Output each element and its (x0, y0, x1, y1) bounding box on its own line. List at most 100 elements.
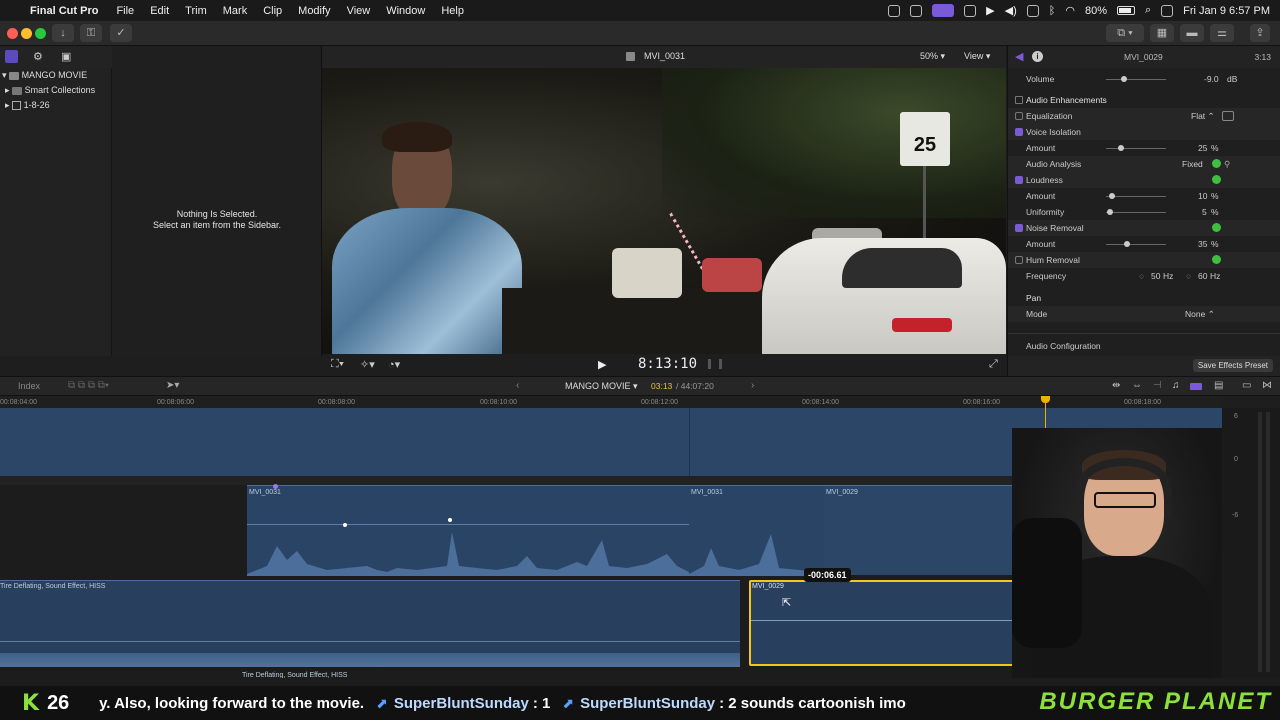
menu-mark[interactable]: Mark (215, 5, 255, 17)
volume-line[interactable] (0, 641, 740, 642)
vi-amount-knob[interactable] (1118, 145, 1124, 151)
clock[interactable]: Fri Jan 9 6:57 PM (1183, 5, 1270, 17)
equalization-select[interactable]: Flat ⌃ (1191, 108, 1215, 124)
timeline-toggle-icon[interactable]: ▬ (1180, 24, 1204, 42)
audio-inspector-icon[interactable]: ◀ (1015, 50, 1023, 63)
minimize-window-icon[interactable] (21, 28, 32, 39)
zoom-menu[interactable]: 50% ▾ (920, 51, 945, 62)
menu-edit[interactable]: Edit (142, 5, 177, 17)
back-arrow-icon[interactable]: ‹ (516, 380, 519, 391)
hum-removal-checkbox[interactable] (1015, 256, 1023, 264)
bluetooth-icon[interactable]: ᛒ (1049, 5, 1056, 17)
menu-file[interactable]: File (108, 5, 142, 17)
browser-toggle-icon[interactable]: ▦ (1150, 24, 1174, 42)
zoom-window-icon[interactable] (35, 28, 46, 39)
info-inspector-icon[interactable]: i (1032, 51, 1043, 62)
loudness-amount-slider[interactable] (1106, 196, 1166, 197)
inspector-toggle-icon[interactable]: ⚌ (1210, 24, 1234, 42)
background-tasks-icon[interactable]: ✓ (110, 24, 132, 42)
volume-knob[interactable] (1121, 76, 1127, 82)
viewer-timecode[interactable]: 8:13:10 (638, 356, 697, 372)
playhead-handle-icon[interactable] (1041, 396, 1050, 403)
zoom-icon[interactable]: ⇔ (1132, 380, 1142, 391)
magic-wand-icon[interactable]: ⚲ (1224, 156, 1230, 172)
volume-slider[interactable] (1106, 79, 1166, 80)
fullscreen-icon[interactable]: ⤢ (989, 358, 998, 371)
speed-icon[interactable]: ◔▾ (388, 358, 400, 371)
volume-line[interactable] (247, 524, 689, 525)
display-status-icon[interactable] (1026, 4, 1039, 17)
wifi-icon[interactable]: ◠ (1065, 4, 1075, 17)
menu-help[interactable]: Help (433, 5, 472, 17)
loudness-amount-knob[interactable] (1109, 193, 1115, 199)
pan-mode-select[interactable]: None ⌃ (1185, 306, 1215, 322)
select-tool-icon[interactable]: ➤▾ (166, 380, 179, 391)
timeline-ruler[interactable]: 00:08:04:00 00:08:06:00 00:08:08:00 00:0… (0, 396, 1222, 408)
uniformity-value[interactable]: 5 (1202, 204, 1207, 220)
index-button[interactable]: Index (18, 381, 40, 391)
noise-amount-knob[interactable] (1124, 241, 1130, 247)
keyframe-icon[interactable] (448, 518, 452, 522)
view-menu[interactable]: View ▾ (964, 51, 990, 62)
equalization-checkbox[interactable] (1015, 112, 1023, 120)
loudness-checkbox[interactable] (1015, 176, 1023, 184)
eq-graph-icon[interactable] (1222, 111, 1234, 121)
radio-50-icon[interactable]: ○ (1139, 268, 1144, 284)
menu-clip[interactable]: Clip (255, 5, 290, 17)
app-menu[interactable]: Final Cut Pro (30, 5, 108, 17)
audio-config-row[interactable]: Audio Configuration (1008, 338, 1280, 354)
uniformity-slider[interactable] (1106, 212, 1166, 213)
close-window-icon[interactable] (7, 28, 18, 39)
screen-record-icon[interactable] (932, 4, 955, 17)
skimming-icon[interactable]: ⊣ (1153, 380, 1162, 391)
share-icon[interactable]: ⇪ (1250, 24, 1270, 42)
enhance-icon[interactable]: ✧▾ (360, 358, 375, 371)
titles-tab-icon[interactable]: ▣ (61, 50, 71, 63)
disclosure-open-icon[interactable]: ▾ (2, 70, 7, 80)
import-icon[interactable]: ↓ (52, 24, 74, 42)
marker-icon[interactable] (273, 484, 278, 489)
headphones-icon[interactable]: ♫ (1172, 380, 1180, 391)
enhancements-header[interactable]: Audio Enhancements (1008, 92, 1280, 108)
play-button-icon[interactable]: ▶ (598, 358, 606, 371)
video-frame[interactable]: 25 (322, 68, 1006, 354)
photos-tab-icon[interactable]: ⚙ (33, 50, 43, 63)
spotlight-icon[interactable]: ⌕ (1145, 4, 1151, 17)
forward-arrow-icon[interactable]: › (751, 380, 754, 391)
status-icon[interactable] (888, 4, 901, 17)
edit-tools-icon[interactable]: ⧉ ⧉ ⧉ ⧉▾ (68, 380, 109, 391)
audio-clip-mvi-0031-b[interactable]: MVI_0031 (689, 485, 824, 576)
voice-isolation-checkbox[interactable] (1015, 128, 1023, 136)
play-status-icon[interactable]: ▶ (986, 4, 994, 17)
audio-clip-mvi-0031[interactable]: MVI_0031 (247, 484, 689, 576)
noise-amount-slider[interactable] (1106, 244, 1166, 245)
timeline-tracks[interactable]: MVI_0031 MVI_0031 MVI_0029 Tire Deflatin… (0, 396, 1222, 679)
menu-trim[interactable]: Trim (177, 5, 215, 17)
volume-line[interactable] (751, 620, 1035, 621)
sidebar-item-smart-collections[interactable]: ▸ Smart Collections (0, 83, 111, 98)
menu-window[interactable]: Window (378, 5, 433, 17)
sfx-clip[interactable]: Tire Deflating, Sound Effect, HISS (0, 580, 740, 667)
vi-amount-value[interactable]: 25 (1198, 140, 1207, 156)
effects-browser-icon[interactable]: ▭ (1242, 380, 1251, 391)
save-effects-preset-button[interactable]: Save Effects Preset (1192, 359, 1273, 372)
menu-view[interactable]: View (339, 5, 379, 17)
clip-appearance-icon[interactable]: ⇹ (1112, 380, 1120, 391)
sidebar-item-library[interactable]: ▾ MANGO MOVIE (0, 68, 111, 83)
vi-amount-slider[interactable] (1106, 148, 1166, 149)
timeline-scrollbar[interactable] (0, 678, 1280, 686)
transitions-icon[interactable]: ⋈ (1262, 380, 1272, 391)
control-center-icon[interactable] (1161, 4, 1174, 17)
status-icon[interactable] (910, 4, 923, 17)
uniformity-knob[interactable] (1107, 209, 1113, 215)
snapping-icon[interactable] (1190, 383, 1202, 390)
radio-60-icon[interactable]: ○ (1186, 268, 1191, 284)
selected-clip-mvi-0029[interactable]: MVI_0029 ⇱ (749, 580, 1037, 666)
libraries-tab-icon[interactable] (5, 50, 18, 63)
loudness-amount-value[interactable]: 10 (1198, 188, 1207, 204)
menu-modify[interactable]: Modify (290, 5, 338, 17)
timeline-index-icon[interactable]: ▤ (1214, 380, 1223, 391)
volume-value[interactable]: -9.0 (1204, 71, 1219, 87)
noise-amount-value[interactable]: 35 (1198, 236, 1207, 252)
project-menu[interactable]: MANGO MOVIE ▾ (565, 381, 638, 392)
